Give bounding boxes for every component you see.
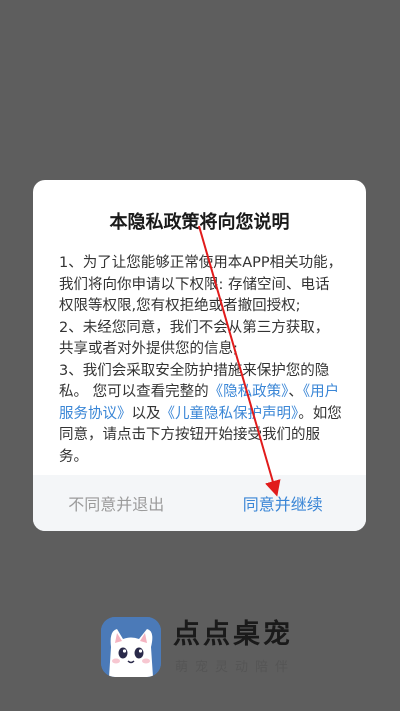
privacy-policy-link[interactable]: 《隐私政策》 [209,384,289,400]
paragraph-permissions: 1、为了让您能够正常使用本APP相关功能，我们将向你申请以下权限: 存储空间、电… [59,255,343,314]
brand-text: 点点桌宠 萌宠灵动陪伴 [173,619,295,675]
child-privacy-link[interactable]: 《儿童隐私保护声明》 [161,406,299,422]
privacy-dialog: 本隐私政策将向您说明 1、为了让您能够正常使用本APP相关功能，我们将向你申请以… [33,180,366,531]
paragraph-security: 3、我们会采取安全防护措施来保护您的隐私。 您可以查看完整的《隐私政策》、《用户… [59,361,343,469]
app-slogan: 萌宠灵动陪伴 [175,660,296,675]
dialog-body: 1、为了让您能够正常使用本APP相关功能，我们将向你申请以下权限: 存储空间、电… [59,253,343,468]
separator-comma: 、 [288,384,303,400]
app-brand: 点点桌宠 萌宠灵动陪伴 [101,615,295,679]
dialog-footer: 不同意并退出 同意并继续 [33,475,366,531]
decline-exit-button[interactable]: 不同意并退出 [33,475,200,531]
app-name: 点点桌宠 [173,619,293,650]
agree-continue-button[interactable]: 同意并继续 [200,475,367,531]
separator-and: 以及 [131,405,161,422]
dialog-title: 本隐私政策将向您说明 [109,212,290,233]
cat-logo-icon [101,617,161,677]
paragraph-third-party: 2、未经您同意，我们不会从第三方获取，共享或者对外提供您的信息; [59,319,330,358]
